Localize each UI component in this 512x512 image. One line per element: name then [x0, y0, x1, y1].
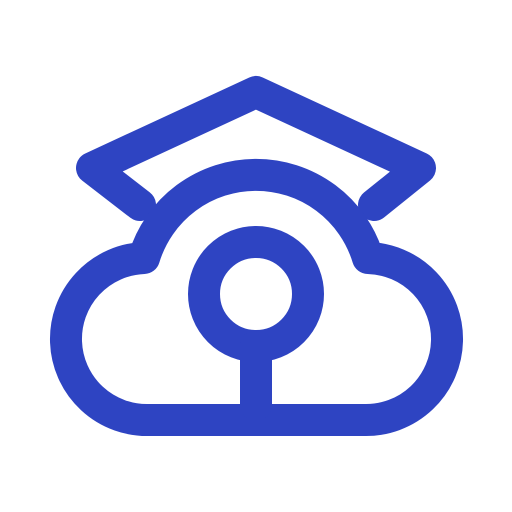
logo-svg — [50, 76, 463, 437]
cloud-graduation-cap-logo-icon — [0, 0, 512, 512]
canvas — [0, 0, 512, 512]
